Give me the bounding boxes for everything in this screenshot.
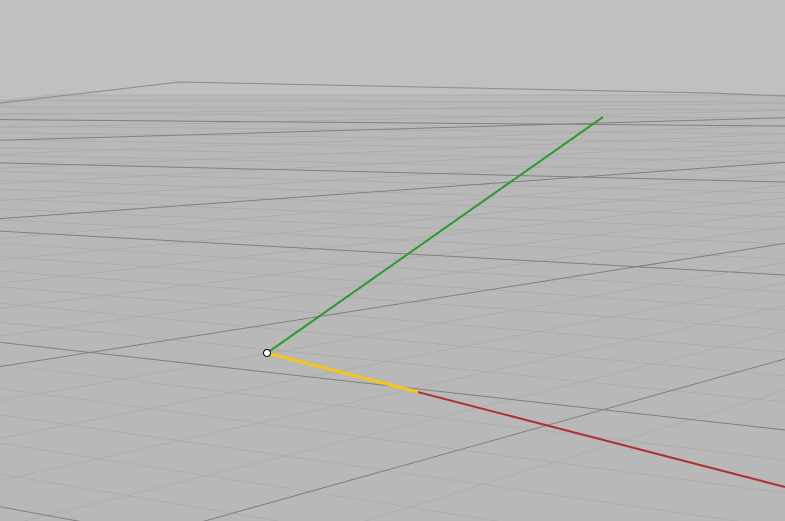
viewport-canvas[interactable] — [0, 0, 785, 521]
sky-mask — [0, 0, 785, 100]
origin-marker — [264, 350, 271, 357]
modeling-viewport[interactable] — [0, 0, 785, 521]
